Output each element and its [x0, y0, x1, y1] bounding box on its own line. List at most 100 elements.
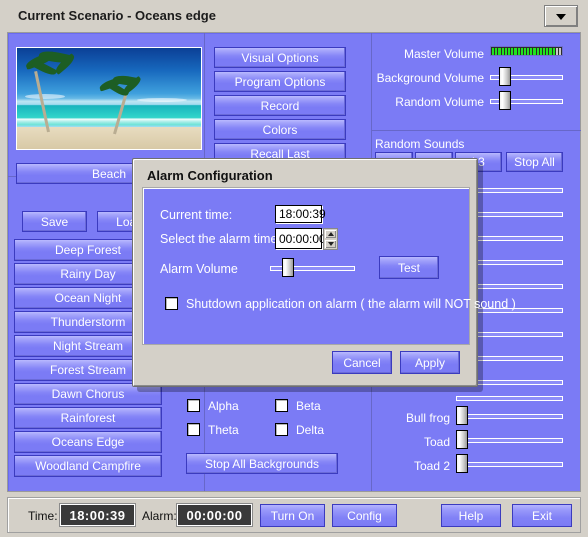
alarm-time-label: Select the alarm time [160, 232, 278, 246]
sound-slider-label-toad: Toad [423, 435, 450, 449]
help-button[interactable]: Help [441, 504, 501, 527]
stop-all-random-button[interactable]: Stop All [506, 152, 563, 172]
status-bar: Time: 18:00:39 Alarm: 00:00:00 Turn On C… [7, 497, 581, 533]
meter-segment [495, 47, 498, 55]
status-alarm-label: Alarm: [142, 509, 177, 523]
alarm-volume-slider[interactable] [270, 258, 355, 277]
background-volume-label: Background Volume [376, 71, 484, 85]
test-alarm-button[interactable]: Test [379, 256, 439, 279]
record-button[interactable]: Record [214, 95, 346, 116]
slider-thumb[interactable] [499, 91, 511, 110]
title-bar: Current Scenario - Oceans edge [4, 2, 584, 32]
random-volume-slider[interactable] [490, 91, 563, 110]
current-time-value: 18:00:39 [275, 205, 326, 223]
shutdown-on-alarm-label: Shutdown application on alarm ( the alar… [186, 297, 516, 311]
palm-trunk [113, 89, 129, 135]
meter-segment [511, 47, 514, 55]
status-time-label: Time: [28, 509, 58, 523]
meter-segment [546, 47, 549, 55]
cloud-shape [137, 98, 187, 102]
checkbox-alpha[interactable] [187, 399, 200, 412]
status-time-value: 18:00:39 [60, 504, 135, 526]
colors-button[interactable]: Colors [214, 119, 346, 140]
current-time-label: Current time: [160, 208, 233, 222]
page-title: Current Scenario - Oceans edge [18, 8, 216, 23]
checkbox-shutdown-on-alarm[interactable] [165, 297, 178, 310]
meter-segment [504, 47, 507, 55]
slider-track [456, 396, 563, 401]
checkbox-label-theta: Theta [208, 423, 239, 437]
chevron-down-icon [556, 14, 566, 20]
palm-trunk [34, 71, 50, 133]
exit-button[interactable]: Exit [512, 504, 572, 527]
meter-segment [523, 47, 527, 55]
application-window: Current Scenario - Oceans edge Beach Sav… [0, 0, 588, 537]
scenario-button-oceans-edge[interactable]: Oceans Edge [14, 431, 162, 453]
scenario-button-rainforest[interactable]: Rainforest [14, 407, 162, 429]
checkbox-delta[interactable] [275, 423, 288, 436]
meter-segment [501, 47, 504, 55]
stepper-down-icon[interactable] [324, 239, 337, 249]
sound-slider-track-10[interactable] [456, 391, 563, 405]
checkbox-label-alpha: Alpha [208, 399, 239, 413]
meter-segment [539, 47, 542, 55]
sound-slider-bull-frog[interactable] [456, 406, 563, 425]
random-volume-label: Random Volume [395, 95, 484, 109]
dialog-cancel-button[interactable]: Cancel [332, 351, 392, 374]
divider-horizontal-volumes [372, 130, 581, 131]
alarm-time-input[interactable]: 00:00:00 [275, 228, 326, 249]
meter-segment [530, 47, 533, 55]
master-volume-meter [490, 46, 563, 56]
meter-segment [507, 47, 511, 55]
sound-slider-toad-2[interactable] [456, 454, 563, 473]
meter-segment [552, 47, 555, 55]
slider-thumb[interactable] [282, 258, 294, 277]
stop-all-backgrounds-button[interactable]: Stop All Backgrounds [186, 453, 338, 474]
meter-segment [533, 47, 536, 55]
background-volume-slider[interactable] [490, 67, 563, 86]
meter-segment [549, 47, 552, 55]
master-volume-label: Master Volume [403, 47, 484, 61]
meter-segment [520, 47, 523, 55]
alarm-time-stepper[interactable] [323, 228, 338, 250]
checkbox-theta[interactable] [187, 423, 200, 436]
checkbox-label-delta: Delta [296, 423, 325, 437]
dialog-apply-button[interactable]: Apply [400, 351, 460, 374]
checkbox-label-beta: Beta [296, 399, 321, 413]
save-button[interactable]: Save [22, 211, 87, 232]
meter-segment [543, 47, 546, 55]
meter-segment [555, 47, 558, 55]
scenario-dropdown-button[interactable] [544, 5, 578, 27]
meter-segment [527, 47, 530, 55]
status-alarm-value: 00:00:00 [177, 504, 252, 526]
program-options-button[interactable]: Program Options [214, 71, 346, 92]
meter-segment [558, 47, 562, 55]
stepper-up-icon[interactable] [324, 229, 337, 239]
config-button[interactable]: Config [332, 504, 397, 527]
scenario-preview-image [16, 47, 202, 150]
alarm-configuration-dialog: Alarm Configuration Current time: 18:00:… [132, 158, 516, 387]
slider-thumb[interactable] [456, 430, 468, 449]
alarm-volume-label: Alarm Volume [160, 262, 238, 276]
dialog-title: Alarm Configuration [147, 168, 273, 183]
sound-slider-toad[interactable] [456, 430, 563, 449]
sound-slider-label-bull-frog: Bull frog [405, 411, 450, 425]
dialog-body: Current time: 18:00:39 Select the alarm … [142, 187, 516, 345]
slider-track [456, 462, 563, 467]
slider-thumb[interactable] [456, 406, 468, 425]
sound-slider-label-toad-2: Toad 2 [413, 459, 450, 473]
scenario-button-woodland-campfire[interactable]: Woodland Campfire [14, 455, 162, 477]
meter-segment [492, 47, 495, 55]
checkbox-beta[interactable] [275, 399, 288, 412]
meter-segment [498, 47, 501, 55]
meter-segment [517, 47, 520, 55]
random-sounds-title: Random Sounds [375, 137, 465, 151]
visual-options-button[interactable]: Visual Options [214, 47, 346, 68]
slider-track [456, 414, 563, 419]
meter-segment [536, 47, 539, 55]
cloud-shape [25, 94, 65, 99]
turn-on-button[interactable]: Turn On [260, 504, 325, 527]
beach-illustration [17, 48, 201, 149]
slider-thumb[interactable] [499, 67, 511, 86]
slider-thumb[interactable] [456, 454, 468, 473]
